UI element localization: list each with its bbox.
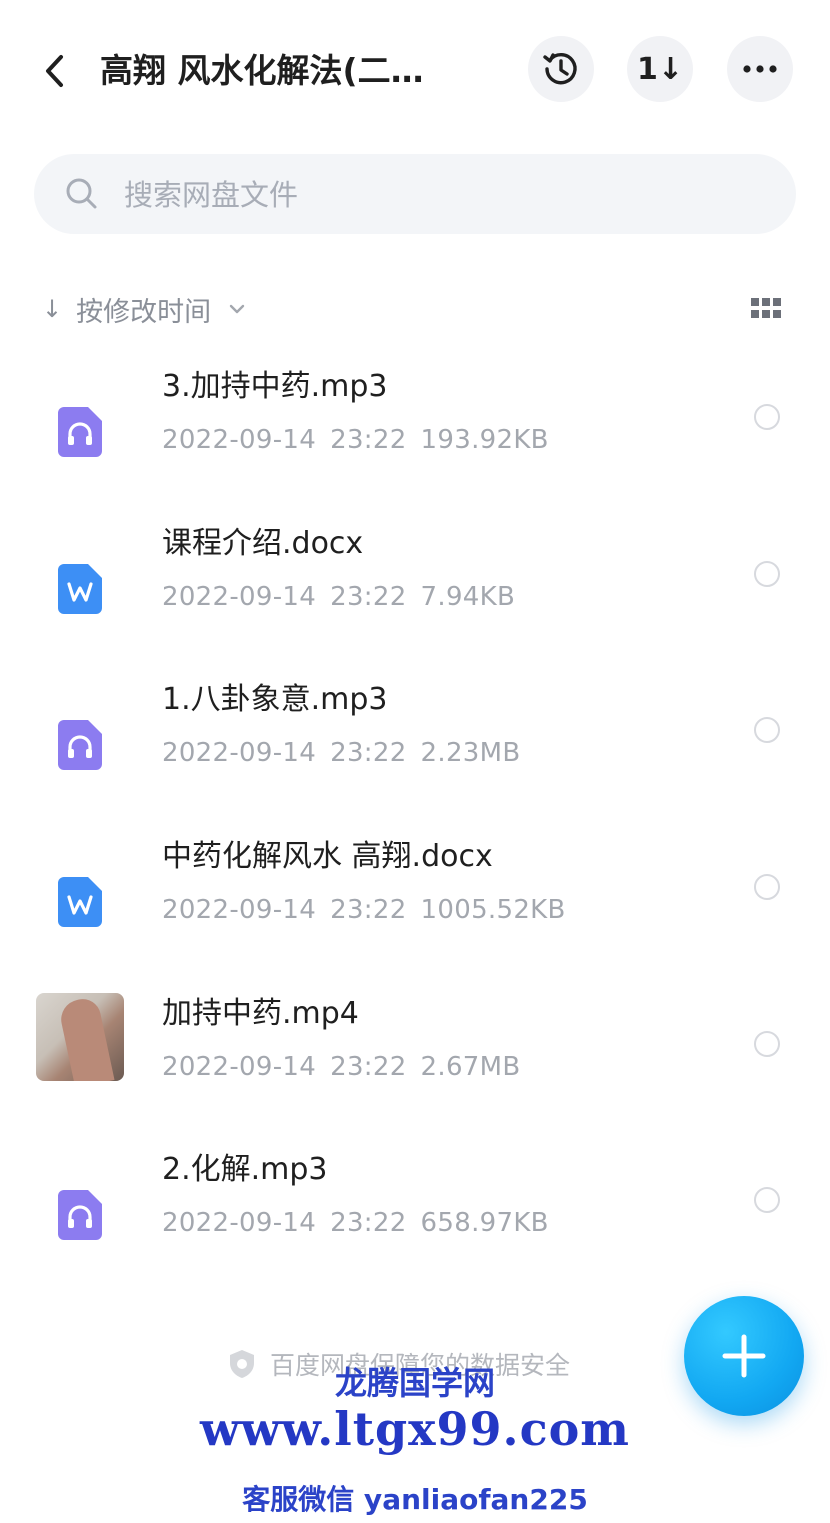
history-icon xyxy=(543,52,577,85)
file-date: 2022-09-14 xyxy=(162,1052,317,1082)
file-size: 7.94KB xyxy=(420,582,516,612)
file-meta: 2022-09-14 23:22 2.67MB xyxy=(162,1049,535,1085)
select-checkbox[interactable] xyxy=(754,1187,780,1213)
audio-file-icon xyxy=(58,407,102,457)
file-thumbnail xyxy=(36,545,124,633)
file-meta: 2022-09-14 23:22 658.97KB xyxy=(162,1205,563,1241)
file-name: 课程介绍.docx xyxy=(162,526,364,561)
grid-view-icon[interactable] xyxy=(750,296,782,322)
chevron-down-icon xyxy=(229,304,245,314)
select-checkbox[interactable] xyxy=(754,874,780,900)
file-date: 2022-09-14 xyxy=(162,738,317,768)
file-size: 1005.52KB xyxy=(420,895,566,925)
file-row[interactable]: 中药化解风水 高翔.docx 2022-09-14 23:22 1005.52KB xyxy=(0,836,830,992)
sort-order-icon: 1↓ xyxy=(636,51,683,87)
file-name: 1.八卦象意.mp3 xyxy=(162,682,388,717)
back-button[interactable] xyxy=(30,46,80,96)
file-size: 2.67MB xyxy=(420,1052,521,1082)
file-time: 23:22 xyxy=(330,895,407,925)
file-thumbnail xyxy=(36,858,124,946)
folder-title: 高翔 风水化解法(二… xyxy=(100,51,424,90)
search-bar[interactable] xyxy=(34,154,796,236)
file-thumbnail xyxy=(36,701,124,789)
file-time: 23:22 xyxy=(330,738,407,768)
chevron-left-icon xyxy=(46,55,63,87)
video-thumbnail xyxy=(36,993,124,1081)
top-bar: 高翔 风水化解法(二… 1↓ xyxy=(0,0,830,140)
more-horizontal-icon xyxy=(743,65,777,73)
file-time: 23:22 xyxy=(330,1208,407,1238)
file-name: 2.化解.mp3 xyxy=(162,1152,328,1187)
select-checkbox[interactable] xyxy=(754,1031,780,1057)
file-size: 193.92KB xyxy=(420,425,549,455)
file-row[interactable]: 2.化解.mp3 2022-09-14 23:22 658.97KB xyxy=(0,1149,830,1305)
watermark-contact: 客服微信 yanliaofan225 xyxy=(242,1483,588,1516)
file-thumbnail xyxy=(36,993,124,1081)
watermark-site-name: 龙腾国学网 xyxy=(334,1364,495,1402)
file-date: 2022-09-14 xyxy=(162,1208,317,1238)
search-icon xyxy=(66,178,97,209)
file-row[interactable]: 课程介绍.docx 2022-09-14 23:22 7.94KB xyxy=(0,523,830,679)
file-row[interactable]: 1.八卦象意.mp3 2022-09-14 23:22 2.23MB xyxy=(0,679,830,835)
audio-file-icon xyxy=(58,720,102,770)
sort-button[interactable]: 1↓ xyxy=(627,36,693,102)
sort-direction-icon: ↓ xyxy=(42,295,63,323)
sort-label: 按修改时间 xyxy=(76,296,212,328)
file-row[interactable]: 加持中药.mp4 2022-09-14 23:22 2.67MB xyxy=(0,993,830,1149)
sort-selector[interactable]: ↓ 按修改时间 xyxy=(42,284,245,334)
file-time: 23:22 xyxy=(330,1052,407,1082)
file-time: 23:22 xyxy=(330,582,407,612)
file-meta: 2022-09-14 23:22 7.94KB xyxy=(162,579,529,615)
file-size: 658.97KB xyxy=(420,1208,549,1238)
file-date: 2022-09-14 xyxy=(162,895,317,925)
file-meta: 2022-09-14 23:22 2.23MB xyxy=(162,735,535,771)
word-file-icon xyxy=(58,564,102,614)
file-meta: 2022-09-14 23:22 193.92KB xyxy=(162,422,563,458)
watermark-url: www.ltgx99.com xyxy=(200,1402,630,1456)
search-input[interactable] xyxy=(122,154,746,236)
select-checkbox[interactable] xyxy=(754,404,780,430)
word-file-icon xyxy=(58,877,102,927)
file-date: 2022-09-14 xyxy=(162,425,317,455)
select-checkbox[interactable] xyxy=(754,717,780,743)
history-button[interactable] xyxy=(528,36,594,102)
file-row[interactable]: 3.加持中药.mp3 2022-09-14 23:22 193.92KB xyxy=(0,366,830,522)
file-name: 3.加持中药.mp3 xyxy=(162,369,388,404)
file-size: 2.23MB xyxy=(420,738,521,768)
file-meta: 2022-09-14 23:22 1005.52KB xyxy=(162,892,580,928)
more-button[interactable] xyxy=(727,36,793,102)
file-name: 中药化解风水 高翔.docx xyxy=(162,839,493,874)
audio-file-icon xyxy=(58,1190,102,1240)
file-date: 2022-09-14 xyxy=(162,582,317,612)
file-time: 23:22 xyxy=(330,425,407,455)
file-name: 加持中药.mp4 xyxy=(162,996,359,1031)
file-thumbnail xyxy=(36,1171,124,1259)
select-checkbox[interactable] xyxy=(754,561,780,587)
file-thumbnail xyxy=(36,388,124,476)
